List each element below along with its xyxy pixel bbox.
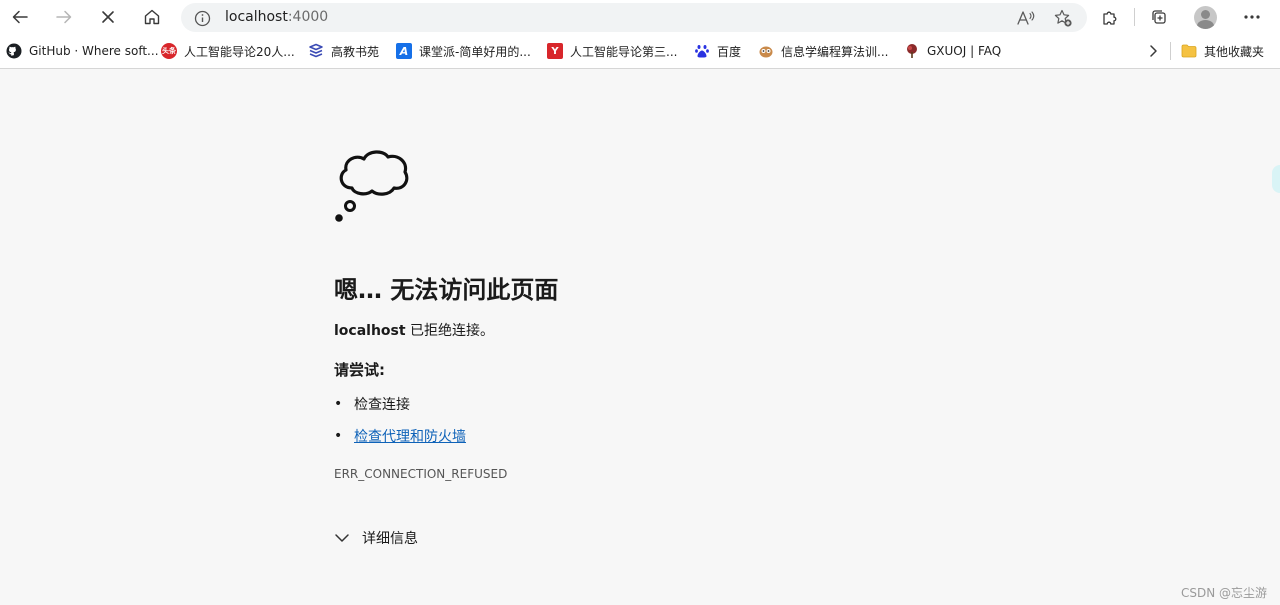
add-favorite-button[interactable] (1050, 5, 1076, 31)
details-toggle[interactable]: 详细信息 (334, 527, 418, 549)
forward-button[interactable] (48, 2, 80, 32)
profile-avatar[interactable] (1194, 6, 1217, 29)
folder-icon (1181, 43, 1197, 59)
book-stack-icon (308, 43, 324, 59)
arrow-left-icon (12, 10, 28, 24)
bookmark-item[interactable]: 百度 (694, 41, 741, 61)
toolbar-divider (1134, 8, 1135, 26)
owl-icon (758, 43, 774, 59)
url-host: localhost (225, 9, 288, 25)
bookmark-label: 人工智能导论第三... (570, 44, 678, 59)
error-host: localhost (334, 323, 406, 339)
bookmark-item[interactable]: 头条 人工智能导论20人... (161, 41, 295, 61)
bookmark-item[interactable]: 高教书苑 (308, 41, 379, 61)
other-bookmarks-folder[interactable]: 其他收藏夹 (1181, 41, 1264, 61)
bookmark-item[interactable]: GXUOJ | FAQ (904, 41, 1001, 61)
other-bookmarks-label: 其他收藏夹 (1204, 44, 1265, 59)
more-bookmarks-button[interactable] (1145, 41, 1161, 61)
back-button[interactable] (4, 2, 36, 32)
arrow-right-icon (56, 10, 72, 24)
bookmarks-divider (1170, 42, 1171, 60)
home-icon (144, 9, 160, 25)
browser-toolbar: localhost:4000 (0, 0, 1280, 35)
side-panel-handle[interactable] (1272, 165, 1280, 193)
bookmark-item[interactable]: Y 人工智能导论第三... (547, 41, 677, 61)
error-code: ERR_CONNECTION_REFUSED (334, 467, 508, 481)
chevron-down-icon (335, 534, 349, 542)
read-aloud-button[interactable] (1013, 5, 1039, 31)
puzzle-icon (1103, 11, 1117, 25)
star-add-icon (1054, 9, 1072, 27)
details-label: 详细信息 (362, 531, 418, 547)
bookmark-item[interactable]: GitHub · Where soft... (6, 41, 159, 61)
bullet: • (334, 428, 343, 444)
settings-more-button[interactable] (1236, 2, 1268, 32)
bookmark-label: GXUOJ | FAQ (927, 44, 1002, 58)
collections-icon (1152, 10, 1166, 24)
tree-icon (904, 43, 920, 59)
watermark: CSDN @忘尘游 (1181, 586, 1268, 600)
error-message-text: 已拒绝连接。 (405, 323, 495, 339)
bullet: • (334, 396, 343, 412)
url-port: :4000 (287, 9, 329, 25)
address-bar[interactable]: localhost:4000 (181, 3, 1087, 32)
bookmark-item[interactable]: 信息学编程算法训... (758, 41, 888, 61)
ketangpai-icon: A (396, 43, 412, 59)
home-button[interactable] (136, 2, 168, 32)
proxy-firewall-link[interactable]: 检查代理和防火墙 (354, 426, 466, 446)
extensions-button[interactable] (1094, 2, 1126, 32)
bookmark-label: 人工智能导论20人... (184, 44, 295, 59)
thought-cloud-icon (332, 148, 412, 230)
collections-button[interactable] (1143, 2, 1175, 32)
try-heading: 请尝试: (334, 361, 385, 379)
error-title: 嗯… 无法访问此页面 (334, 276, 559, 304)
url-text[interactable]: localhost:4000 (225, 9, 328, 26)
stop-loading-button[interactable] (92, 2, 124, 32)
suggestion-item: • 检查代理和防火墙 (334, 426, 466, 446)
error-message: localhost 已拒绝连接。 (334, 320, 494, 340)
site-info-icon[interactable] (193, 9, 211, 27)
close-icon (102, 11, 114, 23)
read-aloud-icon (1017, 11, 1035, 25)
bookmark-label: 信息学编程算法训... (781, 44, 889, 59)
bookmark-label: GitHub · Where soft... (29, 44, 159, 58)
toutiao-icon: 头条 (161, 43, 177, 59)
github-icon (6, 43, 22, 59)
bookmark-item[interactable]: A 课堂派-简单好用的... (396, 41, 531, 61)
bookmark-label: 课堂派-简单好用的... (419, 44, 531, 59)
bookmark-label: 百度 (717, 44, 742, 59)
bookmark-label: 高教书苑 (331, 44, 380, 59)
suggestion-text: 检查连接 (354, 397, 410, 413)
suggestion-item: • 检查连接 (334, 394, 410, 414)
chevron-right-icon (1145, 43, 1161, 59)
baidu-paw-icon (694, 43, 710, 59)
more-horizontal-icon (1244, 15, 1260, 19)
favorites-bar: GitHub · Where soft... 头条 人工智能导论20人... 高… (0, 35, 1280, 69)
red-logo-icon: Y (547, 43, 563, 59)
